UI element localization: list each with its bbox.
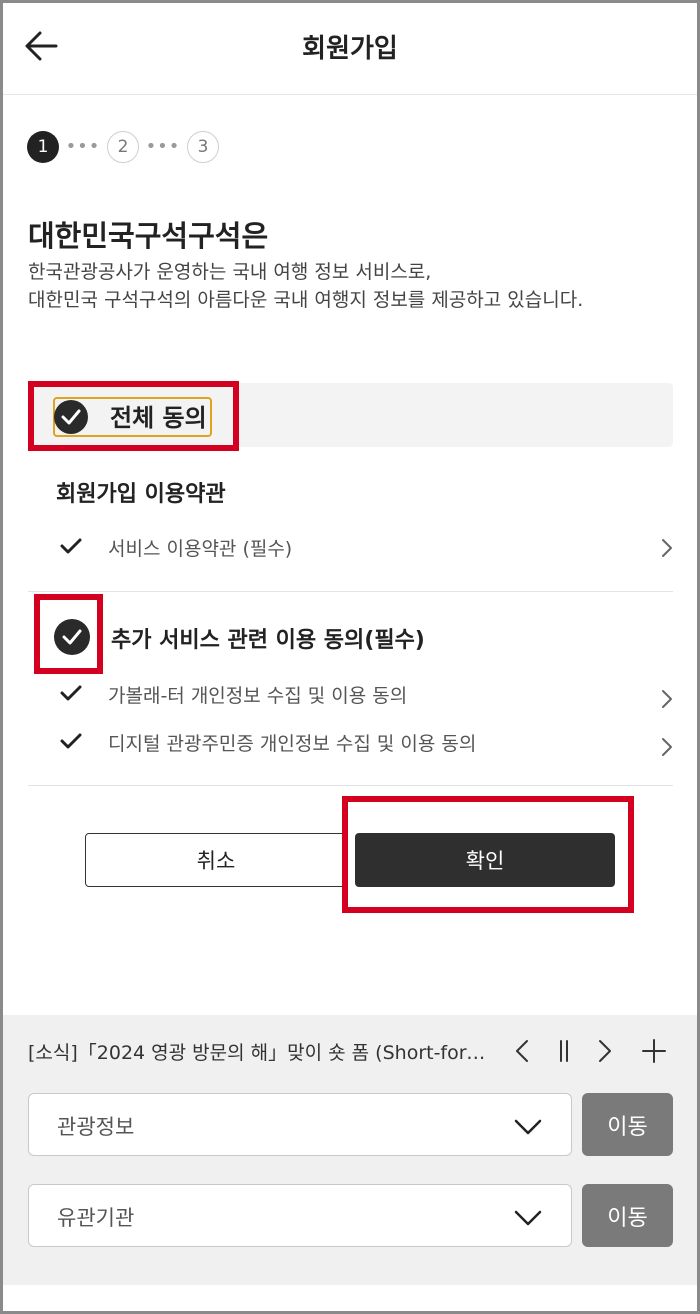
term-item-digital-resident[interactable]: 디지털 관광주민증 개인정보 수집 및 이용 동의 bbox=[56, 722, 676, 762]
step-2: 2 bbox=[107, 131, 139, 163]
intro-title: 대한민국구석구석은 bbox=[28, 219, 269, 253]
step-separator: ••• bbox=[65, 136, 101, 157]
highlight-box bbox=[342, 796, 634, 913]
term-item-label: 디지털 관광주민증 개인정보 수집 및 이용 동의 bbox=[108, 733, 477, 755]
intro-desc-line: 대한민국 구석구석의 아름다운 국내 여행지 정보를 제공하고 있습니다. bbox=[28, 289, 584, 311]
chevron-down-icon bbox=[514, 1210, 542, 1226]
footer-bottom-strip bbox=[0, 1285, 700, 1314]
check-icon bbox=[60, 538, 82, 554]
plus-icon[interactable] bbox=[639, 1036, 669, 1066]
chevron-right-icon[interactable] bbox=[660, 736, 674, 758]
go-button[interactable]: 이동 bbox=[582, 1093, 673, 1156]
pause-icon[interactable] bbox=[549, 1036, 579, 1066]
select-value: 유관기관 bbox=[57, 1206, 135, 1230]
intro-desc-line: 한국관광공사가 운영하는 국내 여행 정보 서비스로, bbox=[28, 261, 432, 283]
section-title-extra[interactable]: 추가 서비스 관련 이용 동의(필수) bbox=[111, 622, 425, 654]
divider bbox=[28, 591, 673, 592]
page-title: 회원가입 bbox=[302, 34, 398, 64]
tourism-info-select[interactable]: 관광정보 bbox=[28, 1093, 572, 1156]
step-separator: ••• bbox=[145, 136, 181, 157]
term-item-service[interactable]: 서비스 이용약관 (필수) bbox=[56, 527, 676, 567]
app-header: 회원가입 bbox=[0, 0, 700, 95]
highlight-box bbox=[34, 594, 103, 674]
intro-description: 한국관광공사가 운영하는 국내 여행 정보 서비스로, 대한민국 구석구석의 아… bbox=[28, 258, 583, 314]
section-title-terms: 회원가입 이용약관 bbox=[56, 482, 226, 507]
chevron-down-icon bbox=[514, 1119, 542, 1135]
related-agency-select[interactable]: 유관기관 bbox=[28, 1184, 572, 1247]
check-icon bbox=[60, 733, 82, 749]
step-1: 1 bbox=[27, 131, 59, 163]
step-3: 3 bbox=[187, 131, 219, 163]
news-ticker-text[interactable]: [소식]「2024 영광 방문의 해」맞이 숏 폼 (Short-form) 공… bbox=[28, 1038, 498, 1065]
chevron-right-icon[interactable] bbox=[660, 688, 674, 710]
go-button[interactable]: 이동 bbox=[582, 1184, 673, 1247]
next-icon[interactable] bbox=[590, 1036, 620, 1066]
highlight-box bbox=[28, 381, 239, 451]
divider bbox=[28, 785, 673, 786]
term-item-label: 가볼래-터 개인정보 수집 및 이용 동의 bbox=[108, 685, 408, 707]
cancel-button[interactable]: 취소 bbox=[85, 833, 347, 887]
select-value: 관광정보 bbox=[57, 1115, 135, 1139]
prev-icon[interactable] bbox=[507, 1036, 537, 1066]
check-icon bbox=[60, 685, 82, 701]
chevron-right-icon[interactable] bbox=[660, 537, 674, 559]
step-indicator: 1 ••• 2 ••• 3 bbox=[27, 130, 219, 164]
term-item-label: 서비스 이용약관 (필수) bbox=[108, 538, 293, 560]
term-item-gabollae[interactable]: 가볼래-터 개인정보 수집 및 이용 동의 bbox=[56, 674, 676, 714]
